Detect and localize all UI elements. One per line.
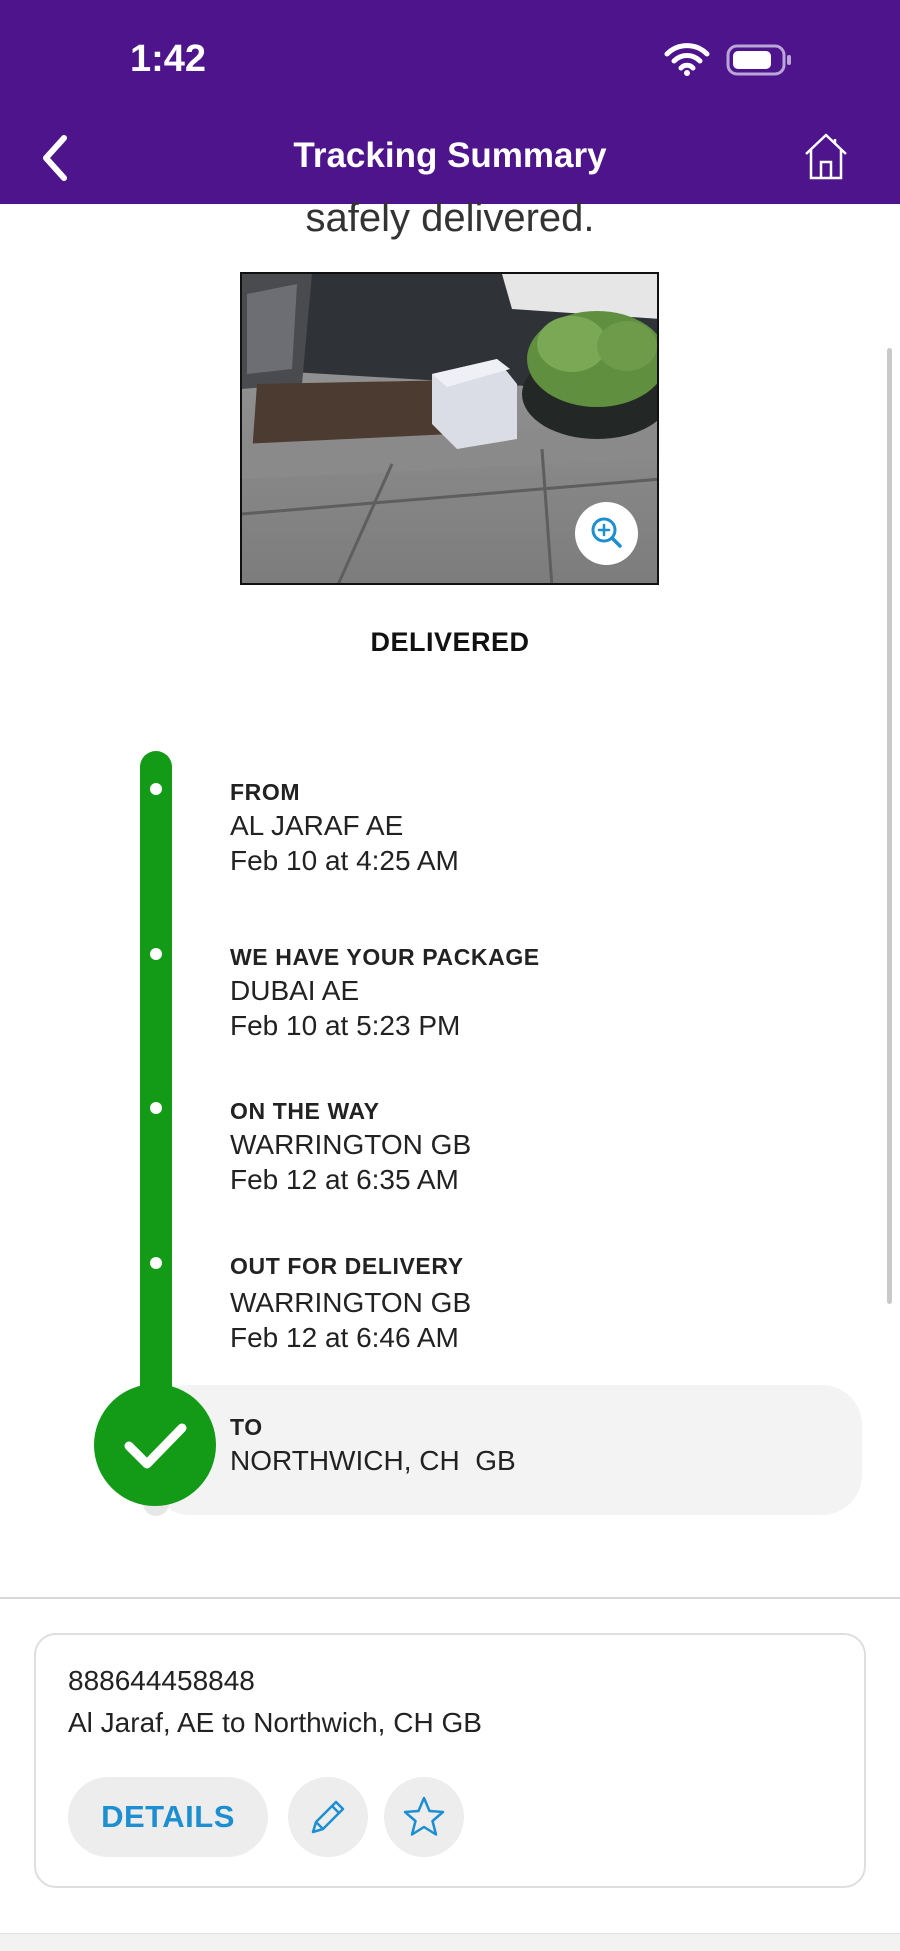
- status-bar-time: 1:42: [130, 38, 207, 80]
- page-title: Tracking Summary: [293, 136, 607, 175]
- delivery-message: safely delivered.: [305, 196, 595, 240]
- timeline-dot: [150, 1102, 162, 1114]
- timeline-event-from: FROM AL JARAF AE Feb 10 at 4:25 AM: [230, 776, 459, 878]
- battery-icon: [726, 44, 791, 76]
- event-title: TO: [230, 1414, 263, 1440]
- timeline-dot: [150, 783, 162, 795]
- shipment-card: 888644458848 Al Jaraf, AE to Northwich, …: [34, 1633, 866, 1888]
- timeline-event-to: TO NORTHWICH, CH GB: [230, 1411, 516, 1478]
- event-location: AL JARAF AE: [230, 810, 404, 841]
- pencil-icon: [311, 1800, 345, 1834]
- event-location: NORTHWICH, CH GB: [230, 1445, 516, 1476]
- star-icon: [403, 1796, 445, 1836]
- event-title: OUT FOR DELIVERY: [230, 1253, 464, 1279]
- delivered-check-badge: [94, 1384, 216, 1506]
- divider: [0, 1597, 900, 1599]
- home-button[interactable]: [800, 130, 852, 182]
- edit-button[interactable]: [288, 1777, 368, 1857]
- scrollbar[interactable]: [887, 348, 892, 1304]
- checkmark-icon: [124, 1423, 187, 1469]
- app-header: 1:42 Tracking Summary: [0, 0, 900, 204]
- details-button[interactable]: DETAILS: [68, 1777, 268, 1857]
- event-title: ON THE WAY: [230, 1098, 380, 1124]
- favorite-button[interactable]: [384, 1777, 464, 1857]
- tracking-number: 888644458848: [68, 1665, 255, 1696]
- event-title: FROM: [230, 779, 301, 805]
- timeline-event-picked-up: WE HAVE YOUR PACKAGE DUBAI AE Feb 10 at …: [230, 941, 540, 1043]
- zoom-photo-button[interactable]: [575, 502, 638, 565]
- event-time: Feb 10 at 5:23 PM: [230, 1010, 461, 1041]
- event-location: WARRINGTON GB: [230, 1287, 472, 1318]
- event-time: Feb 12 at 6:46 AM: [230, 1322, 459, 1353]
- event-time: Feb 12 at 6:35 AM: [230, 1164, 459, 1195]
- timeline-event-out-for-delivery: OUT FOR DELIVERY WARRINGTON GB Feb 12 at…: [230, 1250, 471, 1355]
- delivery-status-label: DELIVERED: [370, 627, 530, 657]
- timeline-dot: [150, 948, 162, 960]
- shipment-route: Al Jaraf, AE to Northwich, CH GB: [68, 1707, 482, 1738]
- wifi-icon: [664, 43, 710, 76]
- event-location: WARRINGTON GB: [230, 1129, 472, 1160]
- zoom-in-icon: [591, 517, 622, 548]
- event-title: WE HAVE YOUR PACKAGE: [230, 944, 540, 970]
- event-location: DUBAI AE: [230, 975, 360, 1006]
- home-icon: [805, 133, 847, 180]
- timeline-progress-bar: [140, 751, 172, 1451]
- timeline-dot: [150, 1257, 162, 1269]
- timeline-event-on-the-way: ON THE WAY WARRINGTON GB Feb 12 at 6:35 …: [230, 1095, 471, 1197]
- bottom-strip: [0, 1933, 900, 1951]
- event-time: Feb 10 at 4:25 AM: [230, 845, 459, 876]
